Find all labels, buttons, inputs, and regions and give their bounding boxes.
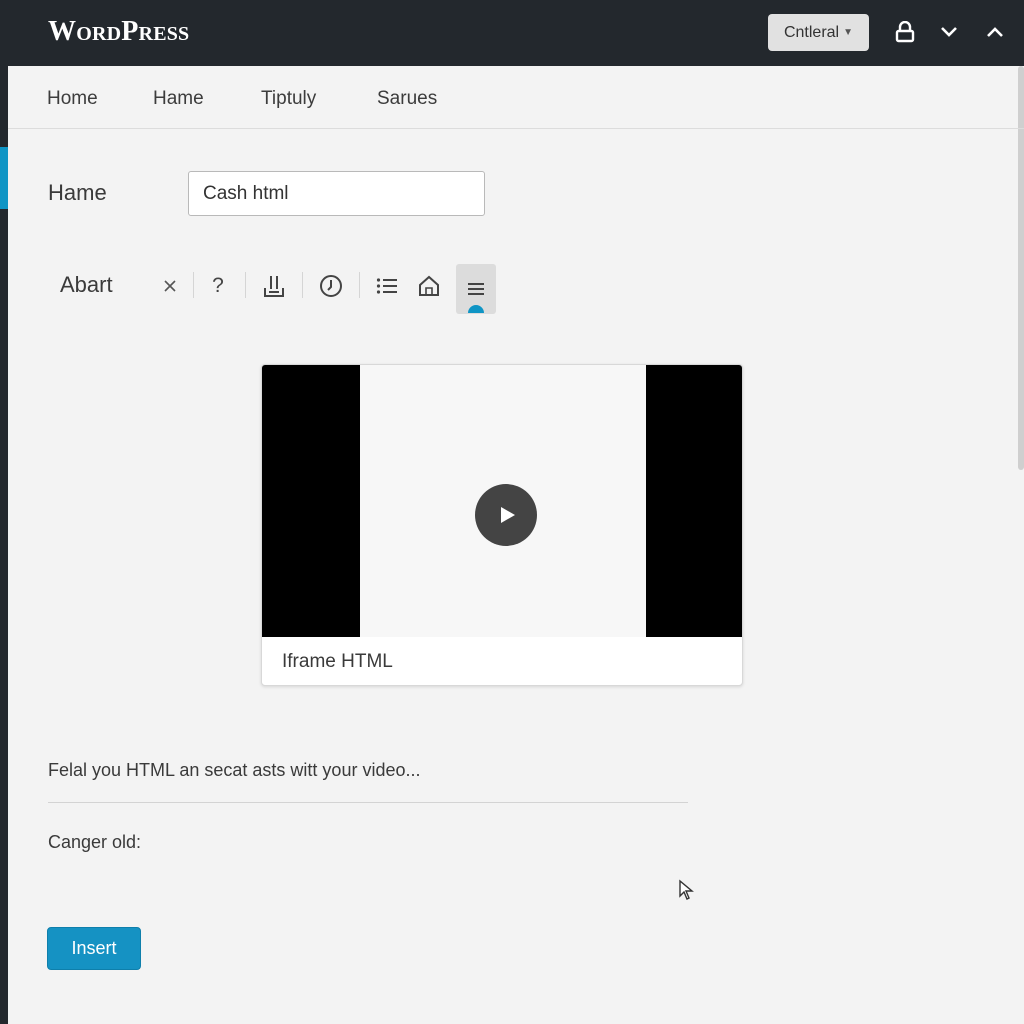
chevron-up-icon[interactable] xyxy=(982,19,1008,45)
control-dropdown-label: Cntleral xyxy=(783,23,840,41)
video-caption: Iframe HTML xyxy=(282,651,393,672)
brand-logo[interactable]: WordPress xyxy=(48,16,189,48)
tab-tiptuly[interactable]: Tiptuly xyxy=(261,88,316,110)
download-icon[interactable] xyxy=(254,264,294,308)
letterbox-bar-right xyxy=(646,365,742,637)
caret-down-icon: ▼ xyxy=(843,27,854,38)
toolbar-divider xyxy=(302,272,303,298)
top-bar: WordPress Cntleral ▼ xyxy=(0,0,1024,66)
toolbar-divider xyxy=(359,272,360,298)
insert-button[interactable]: Insert xyxy=(47,927,141,970)
toolbar-label: Abart xyxy=(60,272,113,297)
toolbar-divider xyxy=(193,272,194,298)
tab-home[interactable]: Home xyxy=(47,88,98,110)
toolbar-divider xyxy=(245,272,246,298)
tab-bar: Home Hame Tiptuly Sarues xyxy=(8,66,1024,129)
play-icon[interactable] xyxy=(475,484,537,546)
divider xyxy=(48,802,688,803)
name-field-label: Hame xyxy=(48,180,107,205)
close-icon[interactable] xyxy=(150,264,190,308)
video-embed-card: Iframe HTML xyxy=(261,364,743,686)
mouse-cursor-icon xyxy=(678,879,694,906)
name-input[interactable] xyxy=(188,171,485,216)
control-dropdown[interactable]: Cntleral ▼ xyxy=(768,14,869,51)
clock-icon[interactable] xyxy=(311,264,351,308)
chevron-down-icon[interactable] xyxy=(936,19,962,45)
tab-sarues[interactable]: Sarues xyxy=(377,88,437,110)
list-icon[interactable] xyxy=(367,264,407,308)
sidebar-active-indicator xyxy=(0,147,8,209)
help-icon[interactable]: ? xyxy=(198,264,238,308)
lock-icon[interactable] xyxy=(892,19,918,45)
house-icon[interactable] xyxy=(409,264,449,308)
tab-hame[interactable]: Hame xyxy=(153,88,204,110)
changer-label: Canger old: xyxy=(48,832,142,852)
video-player[interactable] xyxy=(262,365,742,637)
letterbox-bar-left xyxy=(262,365,360,637)
description-text: Felal you HTML an secat asts witt your v… xyxy=(48,760,421,780)
